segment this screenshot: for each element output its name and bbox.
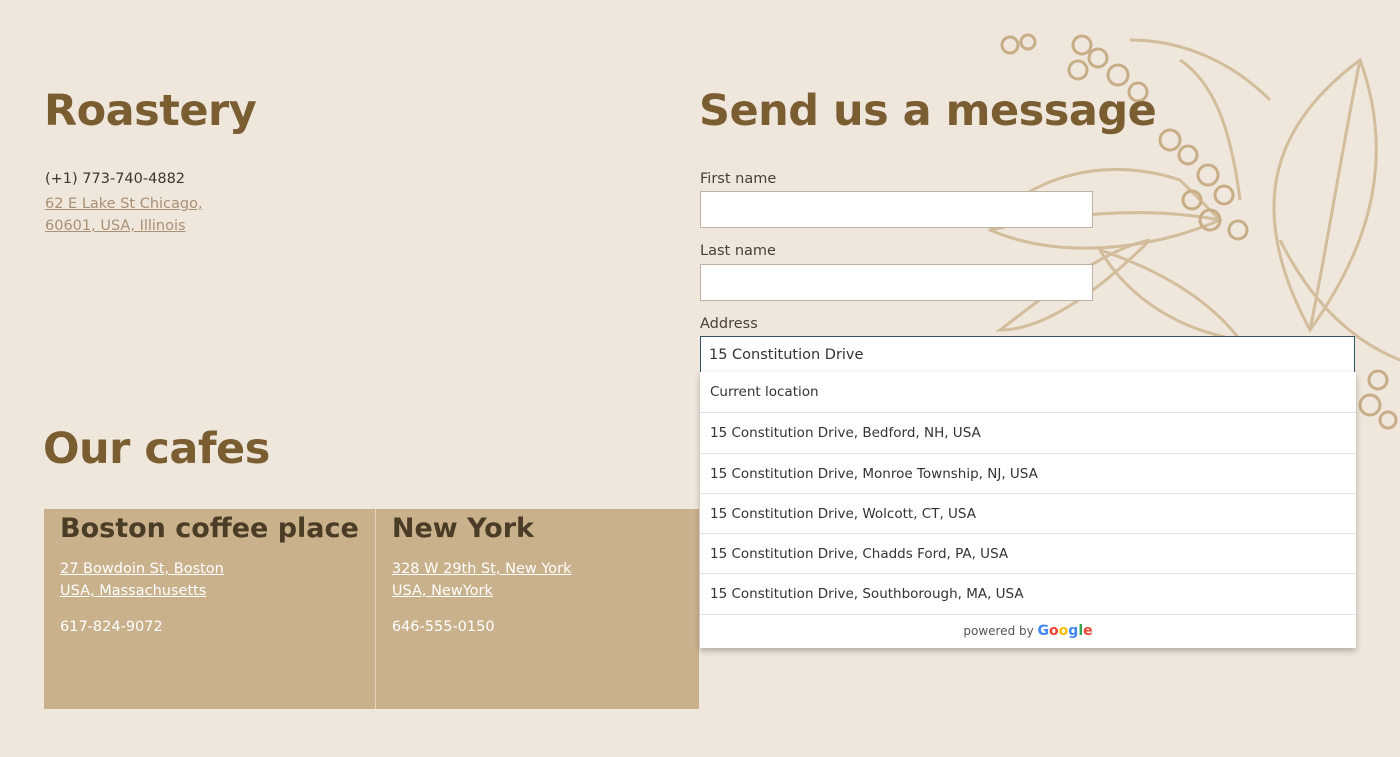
roastery-address-link[interactable]: 62 E Lake St Chicago, 60601, USA, Illino… (45, 193, 203, 237)
last-name-label: Last name (700, 243, 776, 259)
cafe-address-link[interactable]: 27 Bowdoin St, Boston USA, Massachusetts (60, 558, 359, 602)
google-letter: o (1049, 622, 1059, 639)
autocomplete-suggestion[interactable]: 15 Constitution Drive, Southborough, MA,… (700, 573, 1356, 613)
cafe-address-link[interactable]: 328 W 29th St, New York USA, NewYork (392, 558, 683, 602)
cafe-phone: 646-555-0150 (391, 619, 495, 635)
google-letter: G (1037, 622, 1050, 639)
roastery-address-line1[interactable]: 62 E Lake St Chicago, (45, 193, 203, 215)
powered-by-text: powered by (963, 623, 1034, 638)
cafe-address-line1[interactable]: 328 W 29th St, New York (392, 558, 683, 580)
cafe-name: New York (391, 513, 535, 544)
autocomplete-suggestion[interactable]: 15 Constitution Drive, Monroe Township, … (700, 452, 1356, 493)
google-letter: e (1083, 622, 1093, 639)
first-name-field[interactable] (700, 191, 1093, 228)
google-letter: o (1058, 622, 1069, 639)
autocomplete-suggestion[interactable]: 15 Constitution Drive, Bedford, NH, USA (700, 412, 1356, 452)
roastery-heading: Roastery (44, 86, 257, 136)
cafe-address-line2[interactable]: USA, Massachusetts (60, 580, 359, 602)
google-letter: g (1068, 622, 1079, 639)
autocomplete-suggestion[interactable]: 15 Constitution Drive, Wolcott, CT, USA (700, 492, 1356, 533)
autocomplete-current-location[interactable]: Current location (700, 372, 1356, 412)
roastery-address-line2[interactable]: 60601, USA, Illinois (45, 215, 203, 237)
cafes-panel: Boston coffee place 27 Bowdoin St, Bosto… (44, 509, 699, 709)
powered-by-google: powered by Google (700, 613, 1356, 648)
cafe-name: Boston coffee place (60, 513, 359, 544)
message-form-heading: Send us a message (699, 86, 1157, 136)
roastery-phone: (+1) 773-740-4882 (45, 171, 186, 187)
address-label: Address (700, 316, 758, 332)
cafe-card-new-york: New York 328 W 29th St, New York USA, Ne… (374, 509, 699, 709)
cafe-address-line1[interactable]: 27 Bowdoin St, Boston (60, 558, 359, 580)
cafes-heading: Our cafes (43, 424, 270, 474)
cafe-address-line2[interactable]: USA, NewYork (392, 580, 683, 602)
google-logo: Google (1038, 623, 1093, 639)
first-name-label: First name (700, 171, 777, 187)
autocomplete-suggestion[interactable]: 15 Constitution Drive, Chadds Ford, PA, … (700, 533, 1356, 573)
address-field[interactable] (700, 336, 1355, 373)
last-name-field[interactable] (700, 264, 1093, 301)
cafe-card-boston: Boston coffee place 27 Bowdoin St, Bosto… (44, 509, 375, 709)
address-autocomplete-dropdown: Current location 15 Constitution Drive, … (700, 372, 1356, 648)
cafe-phone: 617-824-9072 (60, 619, 163, 635)
